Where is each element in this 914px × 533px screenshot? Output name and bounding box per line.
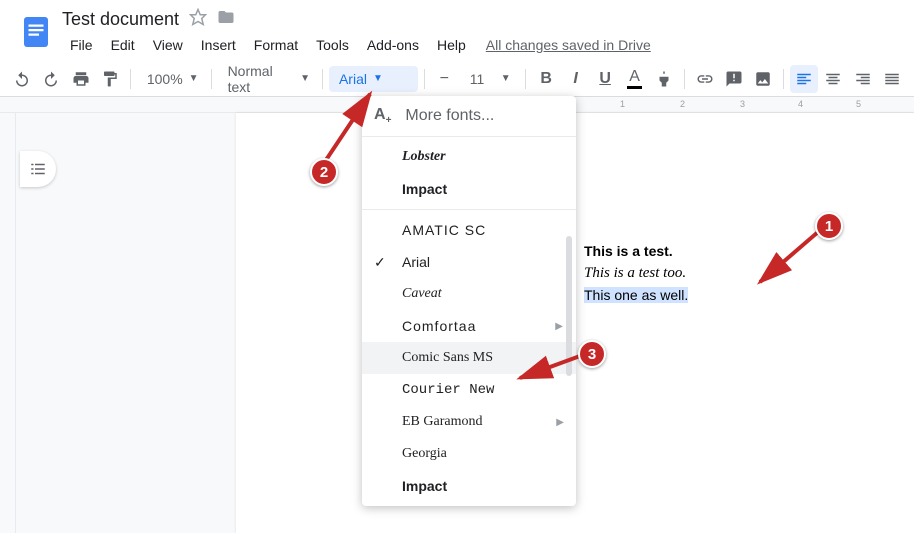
undo-button[interactable]: [8, 65, 35, 93]
style-dropdown[interactable]: Normal text▼: [218, 66, 316, 92]
font-item-impact[interactable]: Impact: [362, 470, 576, 502]
underline-button[interactable]: U: [591, 65, 618, 93]
font-item-arial[interactable]: Arial✓: [362, 246, 576, 278]
doc-line-1: This is a test.: [584, 241, 814, 262]
paint-format-button[interactable]: [96, 65, 123, 93]
font-dropdown[interactable]: Arial▼: [329, 66, 418, 92]
comment-button[interactable]: [720, 65, 747, 93]
font-recent-lobster[interactable]: Lobster: [362, 141, 576, 173]
redo-button[interactable]: [37, 65, 64, 93]
align-justify-button[interactable]: [879, 65, 906, 93]
font-size-decrease[interactable]: −: [431, 65, 458, 93]
document-title[interactable]: Test document: [62, 9, 179, 30]
more-fonts-item[interactable]: A+ More fonts...: [362, 100, 576, 132]
text-color-button[interactable]: A: [621, 65, 648, 93]
font-item-courier-new[interactable]: Courier New: [362, 374, 576, 406]
highlight-button[interactable]: [650, 65, 677, 93]
font-item-caveat[interactable]: Caveat: [362, 278, 576, 310]
font-item-comic-sans-ms[interactable]: Comic Sans MS: [362, 342, 576, 374]
font-size[interactable]: 11: [460, 66, 490, 92]
annotation-badge-1: 1: [815, 212, 843, 240]
doc-line-2: This is a test too.: [584, 262, 814, 285]
font-item-eb-garamond[interactable]: EB Garamond▶: [362, 406, 576, 438]
font-menu: A+ More fonts... Lobster Impact Amatic S…: [362, 96, 576, 506]
menu-view[interactable]: View: [145, 33, 191, 57]
font-item-amatic-sc[interactable]: Amatic SC: [362, 214, 576, 246]
annotation-badge-3: 3: [578, 340, 606, 368]
font-size-increase[interactable]: ▼: [492, 65, 519, 93]
outline-toggle-button[interactable]: [20, 151, 56, 187]
check-icon: ✓: [374, 254, 386, 271]
link-button[interactable]: [691, 65, 718, 93]
menu-tools[interactable]: Tools: [308, 33, 357, 57]
annotation-badge-2: 2: [310, 158, 338, 186]
scrollbar-thumb[interactable]: [566, 236, 572, 376]
align-left-button[interactable]: [790, 65, 817, 93]
bold-button[interactable]: B: [532, 65, 559, 93]
menu-format[interactable]: Format: [246, 33, 306, 57]
docs-logo-icon[interactable]: [16, 8, 56, 56]
save-status[interactable]: All changes saved in Drive: [486, 33, 651, 57]
folder-icon[interactable]: [217, 8, 235, 31]
menubar: File Edit View Insert Format Tools Add-o…: [62, 33, 651, 57]
menu-insert[interactable]: Insert: [193, 33, 244, 57]
submenu-icon: ▶: [555, 321, 564, 332]
star-icon[interactable]: [189, 8, 207, 31]
image-button[interactable]: [750, 65, 777, 93]
menu-edit[interactable]: Edit: [103, 33, 143, 57]
add-font-icon: A+: [374, 106, 391, 126]
header: Test document File Edit View Insert Form…: [0, 0, 914, 57]
align-right-button[interactable]: [849, 65, 876, 93]
menu-help[interactable]: Help: [429, 33, 474, 57]
toolbar: 100%▼ Normal text▼ Arial▼ − 11 ▼ B I U A: [0, 61, 914, 97]
font-recent-impact[interactable]: Impact: [362, 173, 576, 205]
vertical-ruler: [0, 113, 16, 533]
font-item-georgia[interactable]: Georgia: [362, 438, 576, 470]
font-item-comfortaa[interactable]: Comfortaa▶: [362, 310, 576, 342]
doc-line-3-selected: This one as well.: [584, 287, 688, 303]
submenu-icon: ▶: [556, 417, 564, 428]
menu-file[interactable]: File: [62, 33, 101, 57]
align-center-button[interactable]: [820, 65, 847, 93]
print-button[interactable]: [67, 65, 94, 93]
italic-button[interactable]: I: [562, 65, 589, 93]
zoom-dropdown[interactable]: 100%▼: [137, 66, 205, 92]
menu-addons[interactable]: Add-ons: [359, 33, 427, 57]
